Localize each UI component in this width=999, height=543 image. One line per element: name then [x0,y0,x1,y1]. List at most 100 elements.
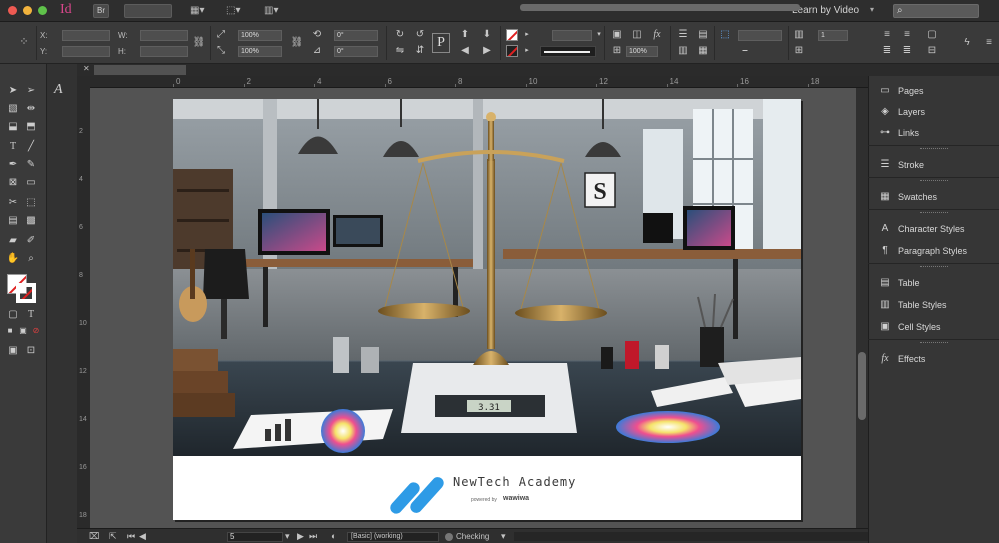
rotate-ccw-icon[interactable]: ↺ [413,29,427,41]
ruler-origin[interactable] [77,76,90,88]
scale-y-field[interactable]: 100% [238,46,282,57]
select-next-icon[interactable]: ▶ [480,45,494,57]
bridge-button[interactable]: Br [93,4,109,18]
selection-tool-icon[interactable]: ➤ [6,84,20,97]
direct-selection-tool-icon[interactable]: ➢ [24,84,38,97]
page-number-field[interactable]: 5 [227,532,283,542]
paragraph-reference-icon[interactable]: P [432,33,450,53]
scale-x-field[interactable]: 100% [238,30,282,41]
opacity-field[interactable]: 100% [626,46,658,57]
open-page-icon[interactable]: ⌧ [89,531,99,542]
panel-paragraph-styles[interactable]: ¶ Paragraph Styles [868,240,999,262]
transform-again-icon[interactable]: ▢ [925,29,939,41]
rectangle-tool-icon[interactable]: ▭ [24,176,38,189]
horizontal-scroll-thumb[interactable] [520,4,800,11]
eyedropper-tool-icon[interactable]: ✐ [24,234,38,247]
content-collector-icon[interactable]: ⬓ [6,120,20,133]
align-icon[interactable]: ⎯ [738,45,752,57]
workspace-switcher[interactable]: Learn by Video [792,5,859,16]
preflight-profile-field[interactable]: [Basic] (working) [347,532,439,542]
note-tool-icon[interactable]: ▰ [6,234,20,247]
pen-tool-icon[interactable]: ✒ [6,158,20,171]
stroke-swatch[interactable] [506,45,518,57]
grid-icon[interactable]: ⊞ [792,45,806,57]
last-page-icon[interactable]: ⏭ [309,531,317,542]
search-input[interactable]: ⌕ [893,4,979,18]
panel-table[interactable]: ▤ Table [868,272,999,294]
constrain-scale-icon[interactable]: ⛓ [290,37,304,49]
first-page-icon[interactable]: ⏮ [127,531,135,542]
rectangle-frame-tool-icon[interactable]: ⊠ [6,176,20,189]
panel-layers[interactable]: ◈ Layers [868,101,999,123]
fx-icon[interactable]: fx [650,29,664,41]
previous-page-icon[interactable]: ◀ [139,531,146,542]
screen-mode-icon[interactable]: ⬚▾ [226,4,248,18]
panel-swatches[interactable]: ▦ Swatches [868,186,999,208]
view-options-icon[interactable]: ▦▾ [190,4,212,18]
flip-vertical-icon[interactable]: ⇵ [413,45,427,57]
chevron-down-icon[interactable]: ▸ [520,45,534,57]
fitting-field[interactable] [738,30,782,41]
chevron-down-icon[interactable]: ▸ [520,29,534,41]
view-mode-icon[interactable]: ▣ [6,344,20,357]
minimize-window-button[interactable] [23,6,32,15]
chevron-down-icon[interactable]: ▾ [285,531,290,542]
panel-stroke[interactable]: ☰ Stroke [868,154,999,176]
columns-field[interactable]: 1 [818,30,848,41]
gap-tool-icon[interactable]: ⇹ [24,102,38,115]
select-container-icon[interactable]: ⬆ [458,29,472,41]
content-placer-icon[interactable]: ⬒ [24,120,38,133]
select-previous-icon[interactable]: ◀ [458,45,472,57]
rotate-cw-icon[interactable]: ↻ [393,29,407,41]
hand-tool-icon[interactable]: ✋ [6,252,20,265]
x-position-field[interactable] [62,30,110,41]
panel-group-grip[interactable] [920,266,948,268]
pencil-tool-icon[interactable]: ✎ [24,158,38,171]
apply-none-icon[interactable]: ⊘ [29,324,43,337]
object-effects-icon[interactable]: ◫ [630,29,644,41]
panel-menu-icon[interactable]: ≡ [982,37,996,49]
shear-field[interactable]: 0° [334,46,378,57]
text-wrap-jump-icon[interactable]: ▦ [696,45,710,57]
placed-image-design-studio[interactable]: S 3.31 [173,99,801,456]
chevron-down-icon[interactable]: ▾ [870,5,874,14]
formatting-container-icon[interactable]: ▢ [6,308,20,321]
text-wrap-shape-icon[interactable]: ▥ [676,45,690,57]
text-wrap-bounding-icon[interactable]: ▤ [696,29,710,41]
select-content-icon[interactable]: ⬇ [480,29,494,41]
panel-links[interactable]: ⊶ Links [868,122,999,144]
panel-pages[interactable]: ▭ Pages [868,80,999,102]
flip-horizontal-icon[interactable]: ⇋ [393,45,407,57]
gradient-feather-tool-icon[interactable]: ▩ [24,214,38,227]
chevron-down-icon[interactable]: ▾ [501,531,506,542]
zoom-window-button[interactable] [38,6,47,15]
panel-table-styles[interactable]: ▥ Table Styles [868,294,999,316]
panel-group-grip[interactable] [920,148,948,150]
vertical-ruler[interactable]: 2 4 6 8 10 12 14 16 18 [77,88,90,528]
horizontal-ruler[interactable]: 0 2 4 6 8 10 12 14 16 18 [90,76,868,88]
panel-group-grip[interactable] [920,180,948,182]
stroke-weight-field[interactable] [552,30,592,41]
fill-stroke-proxy[interactable] [7,274,37,304]
free-transform-tool-icon[interactable]: ⬚ [24,196,38,209]
panel-group-grip[interactable] [920,342,948,344]
fill-swatch[interactable] [506,29,518,41]
width-field[interactable] [140,30,188,41]
constrain-proportions-icon[interactable]: ⛓ [192,37,206,49]
panel-character-styles[interactable]: A Character Styles [868,218,999,240]
export-icon[interactable]: ⇱ [109,531,117,542]
zoom-level-field[interactable] [124,4,172,18]
y-position-field[interactable] [62,46,110,57]
type-tool-icon[interactable]: T [6,140,20,153]
distribute-icon[interactable]: ≣ [900,45,914,57]
gradient-swatch-tool-icon[interactable]: ▤ [6,214,20,227]
align-bottom-icon[interactable]: ≣ [880,45,894,57]
stroke-type-dropdown[interactable] [540,46,596,57]
character-panel-icon[interactable]: A [54,82,63,98]
next-page-icon[interactable]: ▶ [297,531,304,542]
rotation-field[interactable]: 0° [334,30,378,41]
panel-group-grip[interactable] [920,212,948,214]
height-field[interactable] [140,46,188,57]
vertical-scrollbar[interactable] [856,88,868,528]
text-wrap-none-icon[interactable]: ☰ [676,29,690,41]
